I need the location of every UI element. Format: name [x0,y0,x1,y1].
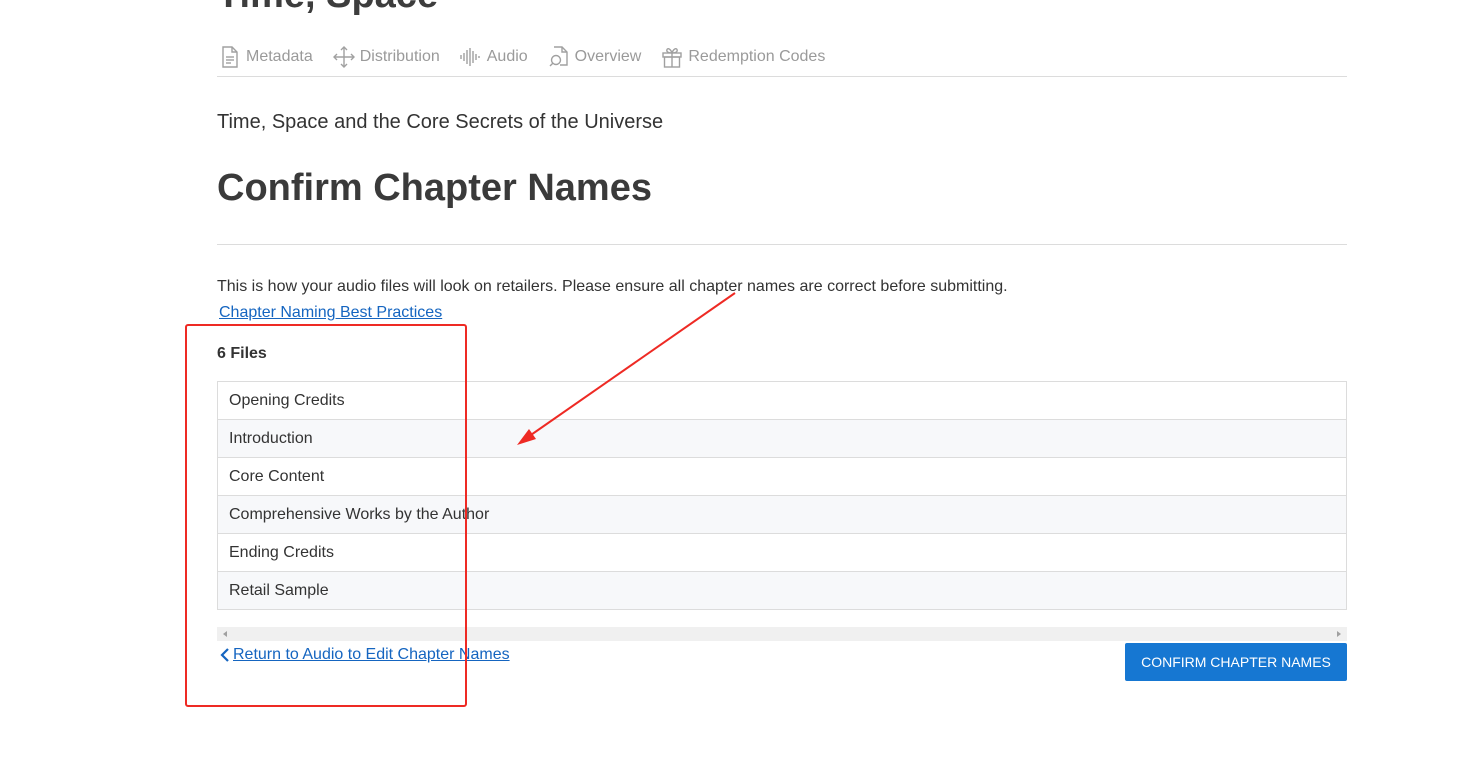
tab-distribution[interactable]: Distribution [331,44,440,70]
tab-metadata[interactable]: Metadata [217,44,313,70]
move-arrows-icon [331,44,357,70]
page-title: Confirm Chapter Names [217,167,652,209]
tab-label: Overview [574,48,642,65]
horizontal-scrollbar[interactable] [217,627,1347,641]
table-row: Opening Credits [217,381,1347,420]
confirm-chapter-names-button[interactable]: CONFIRM CHAPTER NAMES [1125,643,1347,681]
table-row: Retail Sample [217,571,1347,610]
chapter-name-cell: Comprehensive Works by the Author [217,495,1347,534]
tab-audio[interactable]: Audio [458,44,528,70]
instructions-text: This is how your audio files will look o… [217,278,1008,295]
gift-icon [659,44,685,70]
table-row: Core Content [217,457,1347,496]
tab-label: Redemption Codes [688,48,826,65]
chevron-left-icon [220,647,230,663]
divider [217,244,1347,245]
return-to-audio-link[interactable]: Return to Audio to Edit Chapter Names [220,646,510,664]
chapter-file-table: Opening Credits Introduction Core Conten… [217,381,1347,610]
chapter-name-cell: Opening Credits [217,381,1347,420]
audio-waveform-icon [458,44,484,70]
tab-overview[interactable]: Overview [546,44,642,70]
tab-bar: Metadata Distribution Audio Overview Red… [217,38,1347,77]
tab-redemption-codes[interactable]: Redemption Codes [659,44,825,70]
chapter-name-cell: Retail Sample [217,571,1347,610]
tab-label: Audio [486,48,528,65]
tab-label: Distribution [359,48,440,65]
table-row: Introduction [217,419,1347,458]
book-title-heading-clipped: Time, Space [217,0,438,17]
chapter-name-cell: Introduction [217,419,1347,458]
document-icon [217,44,243,70]
chapter-name-cell: Core Content [217,457,1347,496]
tab-label: Metadata [246,48,313,65]
scroll-left-icon[interactable] [223,631,227,637]
table-row: Ending Credits [217,533,1347,572]
table-row: Comprehensive Works by the Author [217,495,1347,534]
chapter-naming-best-practices-link[interactable]: Chapter Naming Best Practices [219,304,442,322]
chapter-name-cell: Ending Credits [217,533,1347,572]
scroll-right-icon[interactable] [1337,631,1341,637]
file-count: 6 Files [217,345,267,362]
search-document-icon [546,44,572,70]
return-link-label: Return to Audio to Edit Chapter Names [233,646,510,663]
book-subtitle: Time, Space and the Core Secrets of the … [217,111,664,133]
